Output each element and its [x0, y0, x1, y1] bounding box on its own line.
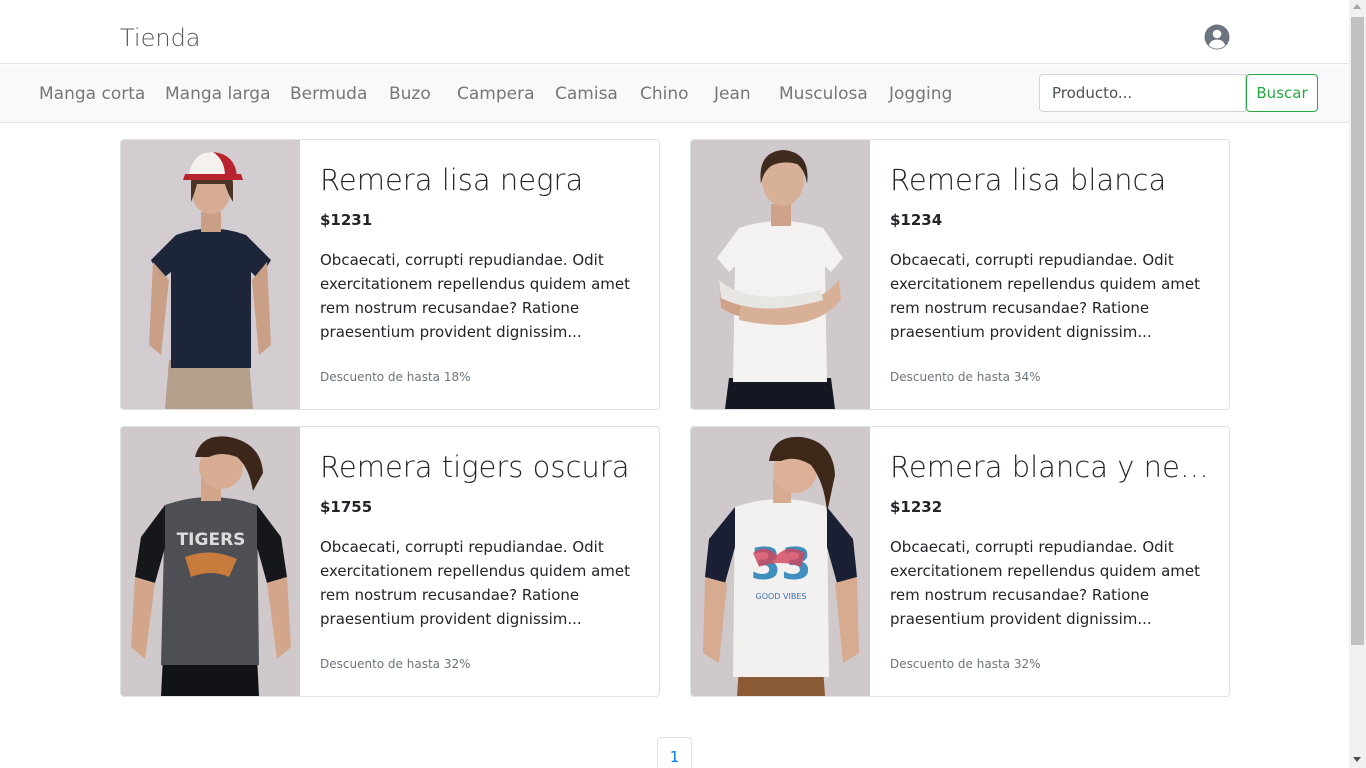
search-button[interactable]: Buscar [1246, 74, 1318, 112]
product-image-black-tee[interactable] [121, 140, 300, 409]
scroll-up-arrow-icon[interactable] [1353, 4, 1361, 9]
vertical-scrollbar[interactable] [1349, 0, 1366, 768]
nav-item-bermuda[interactable]: Bermuda [290, 83, 367, 105]
nav-item-chino[interactable]: Chino [640, 83, 689, 105]
scrollbar-thumb[interactable] [1351, 17, 1364, 645]
pagination-page-1[interactable]: 1 [657, 737, 692, 768]
product-price: $1234 [890, 211, 943, 229]
search-input[interactable] [1039, 74, 1246, 112]
nav-item-musculosa[interactable]: Musculosa [779, 83, 868, 105]
product-price: $1232 [890, 498, 943, 516]
product-title[interactable]: Remera blanca y negr... [890, 447, 1210, 487]
product-card[interactable]: Remera lisa blanca $1234 Obcaecati, corr… [690, 139, 1230, 410]
nav-item-manga-corta[interactable]: Manga corta [39, 83, 145, 105]
nav-item-camisa[interactable]: Camisa [555, 83, 618, 105]
top-header: Tienda [0, 0, 1349, 64]
nav-item-campera[interactable]: Campera [457, 83, 535, 105]
product-title[interactable]: Remera lisa blanca [890, 160, 1210, 200]
page: Tienda Manga corta Manga larga Bermuda B… [0, 0, 1349, 768]
category-nav: Manga corta Manga larga Bermuda Buzo Cam… [0, 65, 1349, 123]
product-card[interactable]: 33 GOOD VIBES Remera blanca y negr... $1… [690, 426, 1230, 697]
product-title[interactable]: Remera lisa negra [320, 160, 640, 200]
product-description: Obcaecati, corrupti repudiandae. Odit ex… [320, 538, 631, 628]
card-body: Remera blanca y negr... $1232 Obcaecati,… [890, 447, 1210, 631]
nav-item-buzo[interactable]: Buzo [389, 83, 431, 105]
discount-text: Descuento de hasta 32% [320, 657, 471, 671]
svg-text:TIGERS: TIGERS [177, 530, 246, 550]
discount-text: Descuento de hasta 34% [890, 370, 1041, 384]
nav-item-manga-larga[interactable]: Manga larga [165, 83, 271, 105]
card-body: Remera lisa negra $1231 Obcaecati, corru… [320, 160, 640, 344]
card-body: Remera tigers oscura $1755 Obcaecati, co… [320, 447, 640, 631]
brand-logo[interactable]: Tienda [120, 22, 201, 54]
product-card[interactable]: TIGERS Remera tigers oscura $1755 Obcaec… [120, 426, 660, 697]
product-description: Obcaecati, corrupti repudiandae. Odit ex… [890, 538, 1201, 628]
user-circle-icon[interactable] [1204, 24, 1230, 50]
product-description: Obcaecati, corrupti repudiandae. Odit ex… [320, 251, 631, 341]
nav-item-jogging[interactable]: Jogging [889, 83, 952, 105]
discount-text: Descuento de hasta 32% [890, 657, 1041, 671]
product-image-raglan-tee[interactable]: 33 GOOD VIBES [691, 427, 870, 696]
product-image-tigers-tee[interactable]: TIGERS [121, 427, 300, 696]
product-description: Obcaecati, corrupti repudiandae. Odit ex… [890, 251, 1201, 341]
product-price: $1231 [320, 211, 373, 229]
product-title[interactable]: Remera tigers oscura [320, 447, 640, 487]
discount-text: Descuento de hasta 18% [320, 370, 471, 384]
nav-item-jean[interactable]: Jean [714, 83, 751, 105]
svg-text:GOOD VIBES: GOOD VIBES [756, 592, 807, 601]
product-image-white-tee[interactable] [691, 140, 870, 409]
scroll-down-arrow-icon[interactable] [1353, 757, 1361, 762]
card-body: Remera lisa blanca $1234 Obcaecati, corr… [890, 160, 1210, 344]
product-card[interactable]: Remera lisa negra $1231 Obcaecati, corru… [120, 139, 660, 410]
product-price: $1755 [320, 498, 373, 516]
